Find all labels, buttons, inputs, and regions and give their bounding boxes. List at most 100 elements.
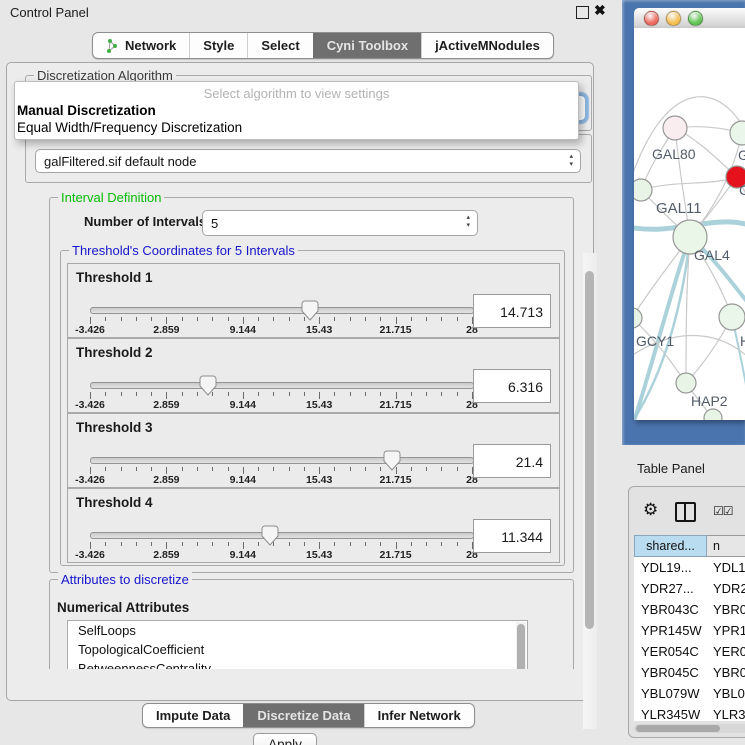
close-icon[interactable]: ✖ bbox=[594, 2, 606, 19]
slider-tick bbox=[243, 542, 244, 549]
number-of-intervals-label: Number of Intervals bbox=[84, 214, 206, 229]
slider-tick bbox=[228, 317, 229, 321]
slider-tick bbox=[380, 467, 381, 471]
slider-tick bbox=[136, 392, 137, 396]
slider-tick bbox=[426, 317, 427, 321]
slider-tick bbox=[304, 392, 305, 396]
table-row[interactable]: YBR043CYBR0 bbox=[634, 599, 745, 620]
bottom-tab-infer-network[interactable]: Infer Network bbox=[364, 704, 474, 727]
table-cell: YDL19... bbox=[634, 560, 707, 575]
algorithm-popup-hint: Select algorithm to view settings bbox=[15, 82, 578, 102]
slider-tick-label: 21.715 bbox=[380, 399, 412, 411]
attribute-list-item[interactable]: TopologicalCoefficient bbox=[68, 640, 527, 659]
table-row[interactable]: YPR145WYPR1 bbox=[634, 620, 745, 641]
table-row[interactable]: YLR345WYLR3 bbox=[634, 704, 745, 721]
slider-tick bbox=[105, 317, 106, 321]
network-node[interactable] bbox=[730, 121, 745, 145]
network-node[interactable] bbox=[676, 373, 696, 393]
slider-tick bbox=[457, 467, 458, 471]
network-node[interactable] bbox=[634, 308, 642, 328]
slider-tick bbox=[426, 542, 427, 546]
slider-tick bbox=[380, 542, 381, 546]
mac-zoom-button[interactable] bbox=[688, 11, 703, 26]
tab-cyni-toolbox[interactable]: Cyni Toolbox bbox=[313, 33, 421, 58]
network-node-label: GAL4 bbox=[694, 247, 730, 263]
network-canvas[interactable]: GAL80GACGAL11GAL4GCY1HHAP2 bbox=[634, 28, 745, 420]
algorithm-option[interactable]: Equal Width/Frequency Discretization bbox=[15, 119, 578, 136]
split-columns-icon[interactable] bbox=[675, 502, 696, 522]
slider-tick bbox=[319, 317, 320, 324]
table-column-header[interactable]: n bbox=[707, 535, 745, 557]
network-node[interactable] bbox=[663, 116, 687, 140]
table-column-header[interactable]: shared... bbox=[634, 535, 707, 557]
mac-minimize-button[interactable] bbox=[666, 11, 681, 26]
mac-close-button[interactable] bbox=[644, 11, 659, 26]
threshold-value-field[interactable]: 6.316 bbox=[473, 369, 551, 403]
slider-tick bbox=[441, 392, 442, 396]
threshold-slider-track[interactable] bbox=[90, 532, 474, 539]
scrollbar-thumb[interactable] bbox=[585, 271, 594, 629]
attribute-list-item[interactable]: BetweennessCentrality bbox=[68, 659, 527, 669]
slider-tick bbox=[457, 392, 458, 396]
slider-tick-labels: -3.4262.8599.14415.4321.71528 bbox=[90, 324, 472, 336]
table-row[interactable]: YBL079WYBL0 bbox=[634, 683, 745, 704]
table-cell: YDL1 bbox=[707, 560, 745, 575]
attributes-scrollbar[interactable] bbox=[516, 622, 526, 669]
number-of-intervals-combo[interactable]: 5 ▴▾ bbox=[202, 210, 478, 236]
network-window-titlebar[interactable] bbox=[634, 8, 745, 28]
table-row[interactable]: YER054CYER0 bbox=[634, 641, 745, 662]
apply-button[interactable]: Apply bbox=[253, 733, 317, 745]
table-cell: YDR2 bbox=[707, 581, 745, 596]
numerical-attributes-list[interactable]: SelfLoopsTopologicalCoefficientBetweenne… bbox=[67, 620, 528, 669]
slider-tick bbox=[90, 467, 91, 474]
network-node-label: H bbox=[740, 333, 745, 349]
threshold-slider-track[interactable] bbox=[90, 382, 474, 389]
table-row[interactable]: YDR27...YDR2 bbox=[634, 578, 745, 599]
float-window-icon[interactable] bbox=[576, 6, 589, 19]
tab-network[interactable]: Network bbox=[93, 33, 189, 58]
network-node[interactable] bbox=[719, 304, 745, 330]
attribute-list-item[interactable]: SelfLoops bbox=[68, 621, 527, 640]
threshold-label: Threshold 3 bbox=[76, 420, 153, 435]
slider-tick-labels: -3.4262.8599.14415.4321.71528 bbox=[90, 399, 472, 411]
slider-tick-label: 21.715 bbox=[380, 474, 412, 486]
scrollbar-thumb[interactable] bbox=[517, 624, 525, 669]
bottom-tab-impute-data[interactable]: Impute Data bbox=[143, 704, 243, 727]
slider-tick bbox=[334, 542, 335, 546]
algorithm-option[interactable]: Manual Discretization bbox=[15, 102, 578, 119]
slider-ticks bbox=[90, 542, 472, 549]
slider-tick bbox=[411, 542, 412, 546]
checkboxes-icon[interactable]: ☑☑ bbox=[713, 504, 733, 518]
network-node[interactable] bbox=[634, 179, 652, 201]
table-row[interactable]: YBR045CYBR0 bbox=[634, 662, 745, 683]
tab-select[interactable]: Select bbox=[247, 33, 312, 58]
bottom-tab-discretize-data[interactable]: Discretize Data bbox=[243, 704, 363, 727]
slider-tick bbox=[273, 392, 274, 396]
tab-style[interactable]: Style bbox=[189, 33, 247, 58]
threshold-slider-track[interactable] bbox=[90, 457, 474, 464]
table-header-row: shared...n bbox=[634, 535, 745, 557]
tab-jactivemnodules[interactable]: jActiveMNodules bbox=[421, 33, 553, 58]
table-horizontal-scrollbar[interactable] bbox=[634, 724, 745, 733]
tab-label: Cyni Toolbox bbox=[327, 38, 408, 53]
slider-tick bbox=[121, 467, 122, 471]
slider-tick bbox=[304, 467, 305, 471]
table-row[interactable]: YDL19...YDL1 bbox=[634, 557, 745, 578]
slider-tick bbox=[365, 317, 366, 321]
panel-scrollbar[interactable] bbox=[583, 253, 597, 729]
interval-definition-title: Interval Definition bbox=[58, 190, 164, 205]
threshold-slider-track[interactable] bbox=[90, 307, 474, 314]
threshold-value-field[interactable]: 11.344 bbox=[473, 519, 551, 553]
slider-tick-label: 15.43 bbox=[306, 399, 332, 411]
scrollbar-thumb[interactable] bbox=[636, 725, 720, 732]
slider-tick-label: 15.43 bbox=[306, 324, 332, 336]
threshold-value-field[interactable]: 21.4 bbox=[473, 444, 551, 478]
table-data-combo[interactable]: galFiltered.sif default node ▴▾ bbox=[35, 149, 581, 173]
slider-tick bbox=[289, 467, 290, 471]
table-cell: YBR043C bbox=[634, 602, 707, 617]
gear-icon[interactable]: ⚙ bbox=[643, 500, 658, 520]
table-data-group: Table Data galFiltered.sif default node … bbox=[25, 134, 592, 183]
threshold-label: Threshold 2 bbox=[76, 345, 153, 360]
node-attribute-table[interactable]: shared...n YDL19...YDL1YDR27...YDR2YBR04… bbox=[634, 535, 745, 721]
threshold-value-field[interactable]: 14.713 bbox=[473, 294, 551, 328]
